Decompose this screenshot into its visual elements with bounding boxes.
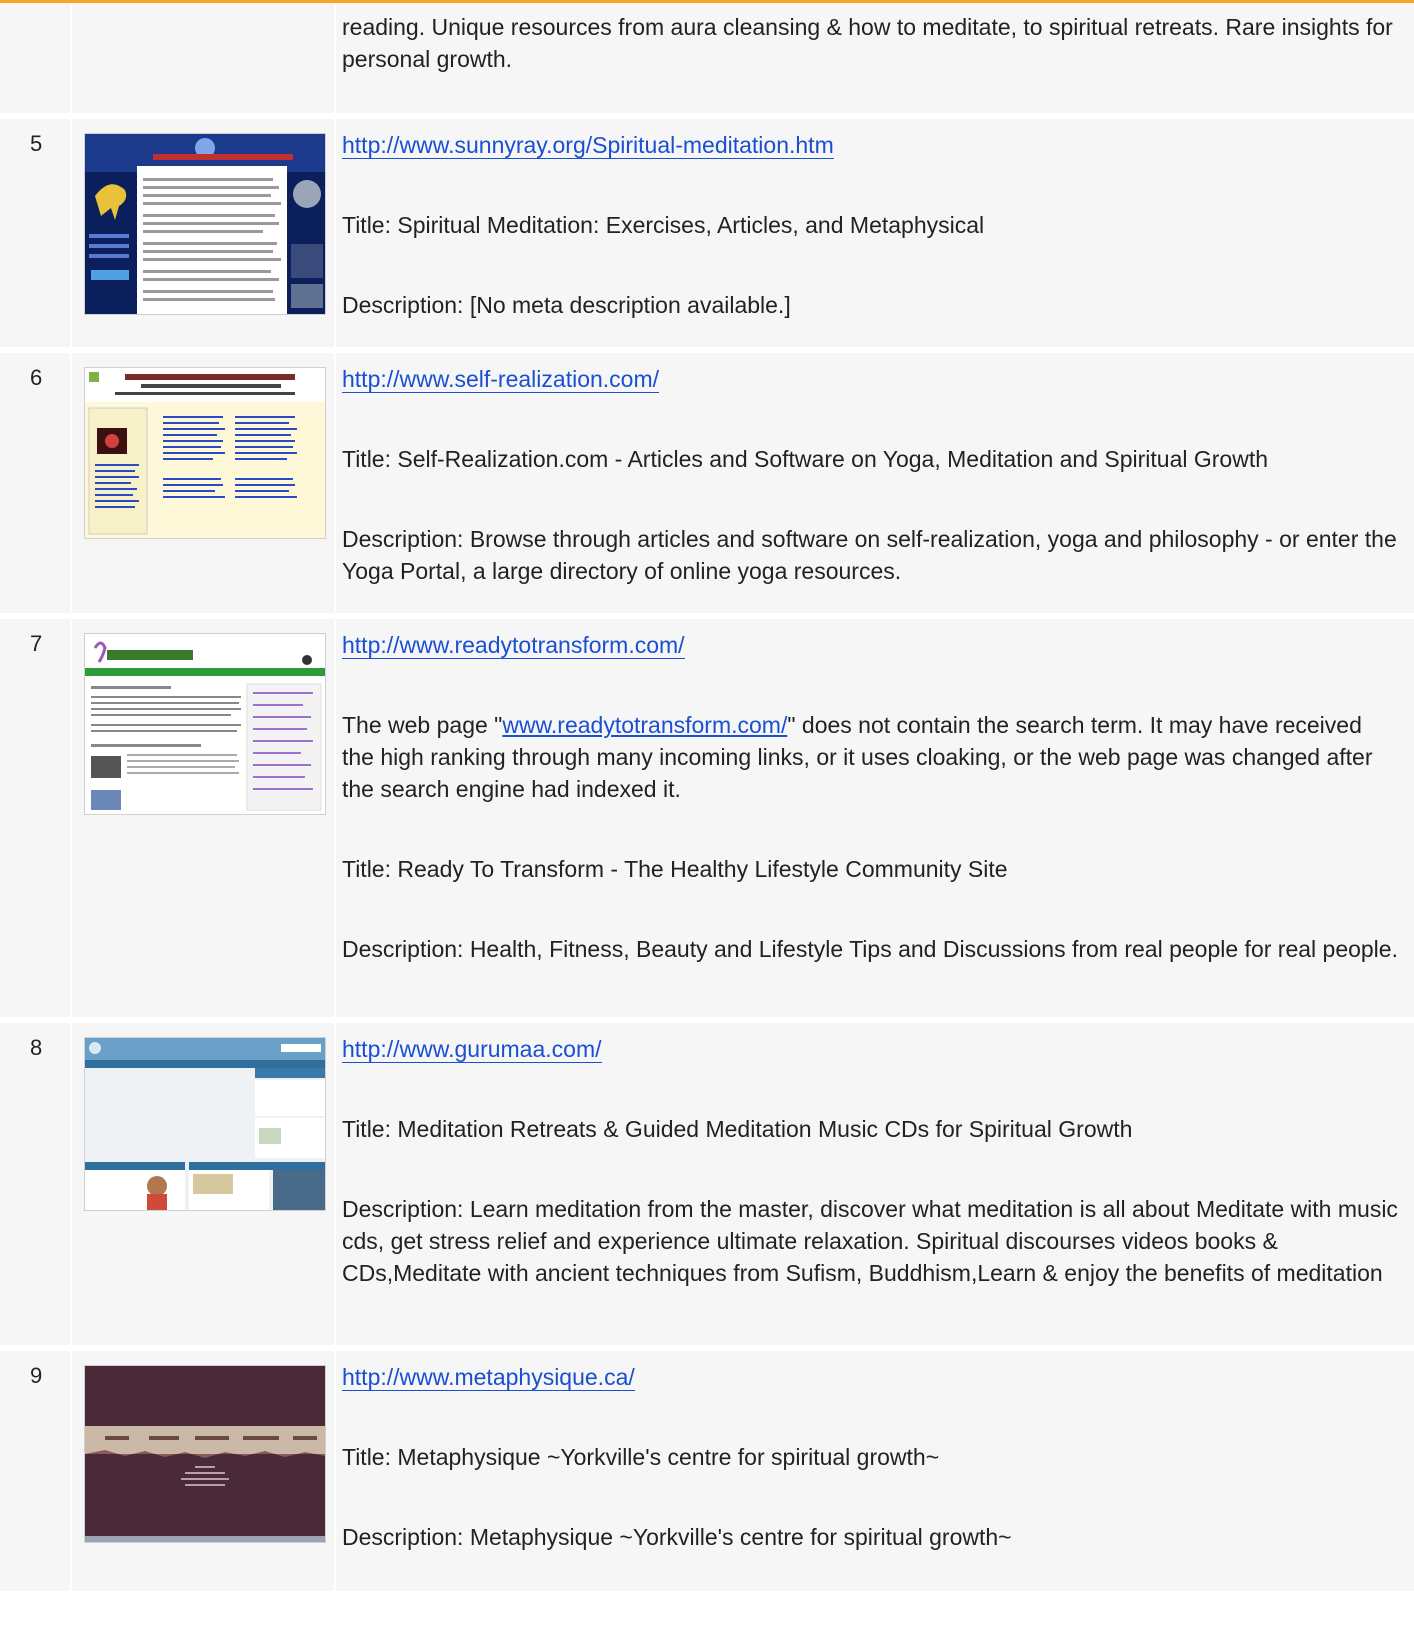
- thumbnail-cell: [72, 353, 334, 613]
- rank-cell: [0, 3, 70, 113]
- result-title: Title: Self-Realization.com - Articles a…: [342, 446, 1269, 472]
- rank-cell: 9: [0, 1351, 70, 1591]
- result-url-link[interactable]: http://www.sunnyray.org/Spiritual-medita…: [342, 132, 834, 159]
- rank-cell: 5: [0, 119, 70, 347]
- rank-number: 5: [30, 131, 43, 156]
- metaphysique-thumbnail-image: [85, 1366, 325, 1542]
- result-content: http://www.sunnyray.org/Spiritual-medita…: [336, 119, 1414, 347]
- table-row: 5 http://www.sunnyray.org/Spiritual-medi…: [0, 119, 1414, 353]
- result-url-link[interactable]: http://www.metaphysique.ca/: [342, 1364, 635, 1391]
- notice-prefix: The web page ": [342, 712, 503, 738]
- thumbnail-cell: [72, 619, 334, 1017]
- thumbnail-cell: [72, 1351, 334, 1591]
- self-realization-thumbnail[interactable]: [84, 367, 326, 539]
- table-row: 6 http://www.self-realization.com/ Title…: [0, 353, 1414, 619]
- self-realization-thumbnail-image: [85, 368, 325, 538]
- metaphysique-thumbnail[interactable]: [84, 1365, 326, 1543]
- gurumaa-thumbnail[interactable]: [84, 1037, 326, 1211]
- result-url-link[interactable]: http://www.readytotransform.com/: [342, 632, 685, 659]
- rank-cell: 6: [0, 353, 70, 613]
- readytotransform-thumbnail-image: [85, 634, 325, 814]
- result-description: reading. Unique resources from aura clea…: [342, 14, 1393, 72]
- rank-cell: 7: [0, 619, 70, 1017]
- table-row: 7 http://www.readytotransform.com/ The w…: [0, 619, 1414, 1023]
- result-notice: The web page "www.readytotransform.com/"…: [342, 709, 1400, 805]
- result-url-link[interactable]: http://www.self-realization.com/: [342, 366, 660, 393]
- thumbnail-cell: [72, 1023, 334, 1345]
- result-title: Title: Ready To Transform - The Healthy …: [342, 856, 1008, 882]
- sunnyray-thumbnail-image: [85, 134, 325, 314]
- result-content: http://www.self-realization.com/ Title: …: [336, 353, 1414, 613]
- result-description: Description: Browse through articles and…: [342, 526, 1397, 584]
- result-url-link[interactable]: http://www.gurumaa.com/: [342, 1036, 602, 1063]
- result-title: Title: Spiritual Meditation: Exercises, …: [342, 212, 985, 238]
- thumbnail-cell: [72, 119, 334, 347]
- sunnyray-thumbnail[interactable]: [84, 133, 326, 315]
- result-description: Description: Metaphysique ~Yorkville's c…: [342, 1524, 1012, 1550]
- rank-number: 9: [30, 1363, 43, 1388]
- result-description: Description: Health, Fitness, Beauty and…: [342, 936, 1398, 962]
- results-table: reading. Unique resources from aura clea…: [0, 3, 1414, 1597]
- result-description: Description: Learn meditation from the m…: [342, 1196, 1398, 1286]
- gurumaa-thumbnail-image: [85, 1038, 325, 1210]
- readytotransform-thumbnail[interactable]: [84, 633, 326, 815]
- result-content: http://www.gurumaa.com/ Title: Meditatio…: [336, 1023, 1414, 1345]
- table-row: 9 http://www.metaphysique.ca/ Title: Met…: [0, 1351, 1414, 1597]
- result-content: http://www.readytotransform.com/ The web…: [336, 619, 1414, 1017]
- result-content: http://www.metaphysique.ca/ Title: Metap…: [336, 1351, 1414, 1591]
- rank-number: 8: [30, 1035, 43, 1060]
- thumbnail-cell: [72, 3, 334, 113]
- result-title: Title: Metaphysique ~Yorkville's centre …: [342, 1444, 940, 1470]
- table-row: reading. Unique resources from aura clea…: [0, 3, 1414, 119]
- result-title: Title: Meditation Retreats & Guided Medi…: [342, 1116, 1133, 1142]
- rank-number: 7: [30, 631, 43, 656]
- rank-cell: 8: [0, 1023, 70, 1345]
- table-row: 8 http://www.gurumaa.com/ Title: Meditat…: [0, 1023, 1414, 1351]
- result-description: Description: [No meta description availa…: [342, 292, 791, 318]
- result-content: reading. Unique resources from aura clea…: [336, 3, 1414, 113]
- notice-link[interactable]: www.readytotransform.com/: [502, 712, 787, 738]
- rank-number: 6: [30, 365, 43, 390]
